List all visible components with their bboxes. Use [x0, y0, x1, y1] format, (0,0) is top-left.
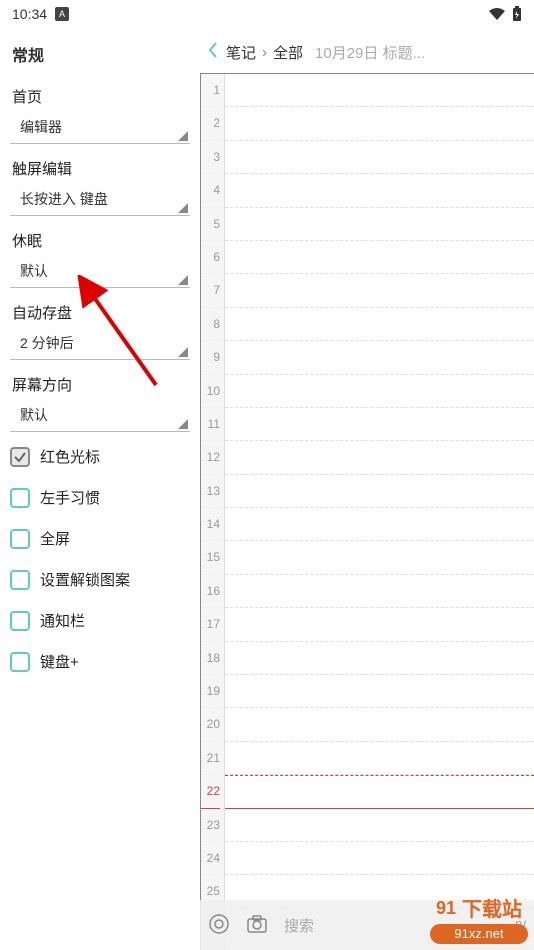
editor-line[interactable] — [225, 708, 534, 741]
line-number: 14 — [201, 508, 220, 541]
checkbox-label: 全屏 — [40, 528, 70, 549]
line-number: 2 — [201, 107, 220, 140]
editor-line[interactable] — [225, 775, 534, 808]
checkbox-row-2[interactable]: 全屏 — [0, 518, 200, 559]
status-time: 10:34 — [12, 6, 47, 22]
editor-line[interactable] — [225, 241, 534, 274]
editor-line[interactable] — [225, 508, 534, 541]
editor-line[interactable] — [225, 274, 534, 307]
editor-line[interactable] — [225, 208, 534, 241]
setting-select-home[interactable]: 编辑器 — [10, 111, 190, 144]
editor-line[interactable] — [225, 541, 534, 574]
line-number: 4 — [201, 174, 220, 207]
setting-label-sleep: 休眠 — [10, 220, 190, 255]
line-number: 19 — [201, 675, 220, 708]
editor-area[interactable]: 1234567891011121314151617181920212223242… — [200, 73, 534, 950]
breadcrumb-part-2[interactable]: 全部 — [273, 42, 303, 63]
editor-line[interactable] — [225, 107, 534, 140]
checkbox-row-0[interactable]: 红色光标 — [0, 436, 200, 477]
editor-text-area[interactable] — [225, 74, 534, 950]
editor-line[interactable] — [225, 375, 534, 408]
page-indicator: 8/ — [515, 918, 526, 933]
editor-line[interactable] — [225, 842, 534, 875]
line-number: 1 — [201, 74, 220, 107]
setting-select-autosave[interactable]: 2 分钟后 — [10, 327, 190, 360]
setting-label-autosave: 自动存盘 — [10, 292, 190, 327]
line-number: 15 — [201, 541, 220, 574]
checkbox-icon[interactable] — [10, 652, 30, 672]
line-number: 12 — [201, 441, 220, 474]
back-icon[interactable] — [204, 42, 222, 63]
editor-line[interactable] — [225, 575, 534, 608]
editor-line[interactable] — [225, 642, 534, 675]
line-number: 16 — [201, 575, 220, 608]
line-number: 11 — [201, 408, 220, 441]
checkbox-icon[interactable] — [10, 529, 30, 549]
line-number: 6 — [201, 241, 220, 274]
checkbox-label: 设置解锁图案 — [40, 569, 130, 590]
setting-select-touch[interactable]: 长按进入 键盘 — [10, 183, 190, 216]
checkbox-row-1[interactable]: 左手习惯 — [0, 477, 200, 518]
line-number: 7 — [201, 274, 220, 307]
line-number: 8 — [201, 308, 220, 341]
line-number: 10 — [201, 375, 220, 408]
editor-line[interactable] — [225, 341, 534, 374]
editor-panel: 笔记 › 全部 10月29日 标题... 1234567891011121314… — [200, 28, 534, 950]
breadcrumb-info: 10月29日 标题... — [315, 42, 425, 63]
line-number: 13 — [201, 475, 220, 508]
editor-line[interactable] — [225, 74, 534, 107]
search-input[interactable]: 搜索 — [284, 915, 499, 936]
checkbox-icon[interactable] — [10, 447, 30, 467]
editor-line[interactable] — [225, 742, 534, 775]
line-number: 23 — [201, 809, 220, 842]
line-number: 22 — [201, 775, 220, 808]
line-number: 24 — [201, 842, 220, 875]
checkbox-row-5[interactable]: 键盘+ — [0, 641, 200, 682]
editor-line[interactable] — [225, 475, 534, 508]
line-number: 20 — [201, 708, 220, 741]
line-number: 5 — [201, 208, 220, 241]
breadcrumb-part-1[interactable]: 笔记 — [226, 42, 256, 63]
status-bar: 10:34 A — [0, 0, 534, 28]
line-number-gutter: 1234567891011121314151617181920212223242… — [201, 74, 225, 950]
editor-line[interactable] — [225, 174, 534, 207]
editor-line[interactable] — [225, 408, 534, 441]
setting-select-sleep[interactable]: 默认 — [10, 255, 190, 288]
bottom-toolbar: 搜索 8/ — [200, 900, 534, 950]
record-icon[interactable] — [208, 913, 230, 938]
editor-line[interactable] — [225, 809, 534, 842]
breadcrumb: 笔记 › 全部 10月29日 标题... — [200, 28, 534, 73]
checkbox-icon[interactable] — [10, 570, 30, 590]
camera-icon[interactable] — [246, 914, 268, 937]
checkbox-label: 键盘+ — [40, 651, 79, 672]
checkbox-row-3[interactable]: 设置解锁图案 — [0, 559, 200, 600]
breadcrumb-sep: › — [262, 44, 267, 61]
setting-select-orientation[interactable]: 默认 — [10, 399, 190, 432]
battery-icon — [512, 6, 522, 22]
wifi-icon — [488, 7, 506, 21]
checkbox-icon[interactable] — [10, 611, 30, 631]
sidebar-title: 常规 — [0, 28, 200, 76]
line-number: 17 — [201, 608, 220, 641]
settings-sidebar: 常规 首页 编辑器 触屏编辑 长按进入 键盘 休眠 默认 自动存盘 2 分钟后 … — [0, 28, 200, 950]
line-number: 18 — [201, 642, 220, 675]
setting-label-orientation: 屏幕方向 — [10, 364, 190, 399]
line-number: 21 — [201, 742, 220, 775]
setting-label-touch: 触屏编辑 — [10, 148, 190, 183]
editor-line[interactable] — [225, 308, 534, 341]
checkbox-row-4[interactable]: 通知栏 — [0, 600, 200, 641]
line-number: 3 — [201, 141, 220, 174]
checkbox-label: 红色光标 — [40, 446, 100, 467]
line-number: 9 — [201, 341, 220, 374]
editor-line[interactable] — [225, 441, 534, 474]
checkbox-label: 左手习惯 — [40, 487, 100, 508]
status-app-icon: A — [55, 7, 69, 21]
checkbox-label: 通知栏 — [40, 610, 85, 631]
editor-line[interactable] — [225, 608, 534, 641]
checkbox-icon[interactable] — [10, 488, 30, 508]
setting-label-home: 首页 — [10, 76, 190, 111]
editor-line[interactable] — [225, 675, 534, 708]
editor-line[interactable] — [225, 141, 534, 174]
